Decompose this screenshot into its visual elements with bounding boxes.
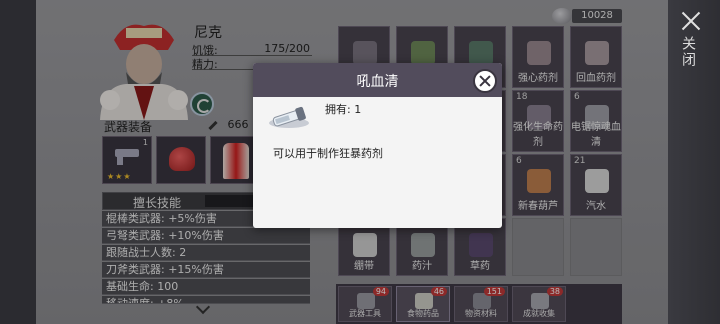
item-detail-popup: 吼血清 拥有: 1 可以用于制作狂暴药剂 (253, 63, 502, 228)
close-label[interactable]: 关闭 (680, 36, 698, 68)
popup-title: 吼血清 (356, 74, 399, 90)
serum-vial-icon (269, 106, 309, 128)
game-screen: 尼克 饥饿: 175/200 精力: 武器装备 666 1 ★★★ 擅长技能 棍… (0, 0, 720, 324)
close-icon[interactable] (680, 10, 702, 32)
owned-count: 拥有: 1 (325, 103, 362, 116)
popup-close-button[interactable] (473, 69, 497, 93)
left-edge-bar (0, 0, 36, 324)
item-description: 可以用于制作狂暴药剂 (273, 147, 383, 160)
popup-header: 吼血清 (253, 63, 502, 97)
